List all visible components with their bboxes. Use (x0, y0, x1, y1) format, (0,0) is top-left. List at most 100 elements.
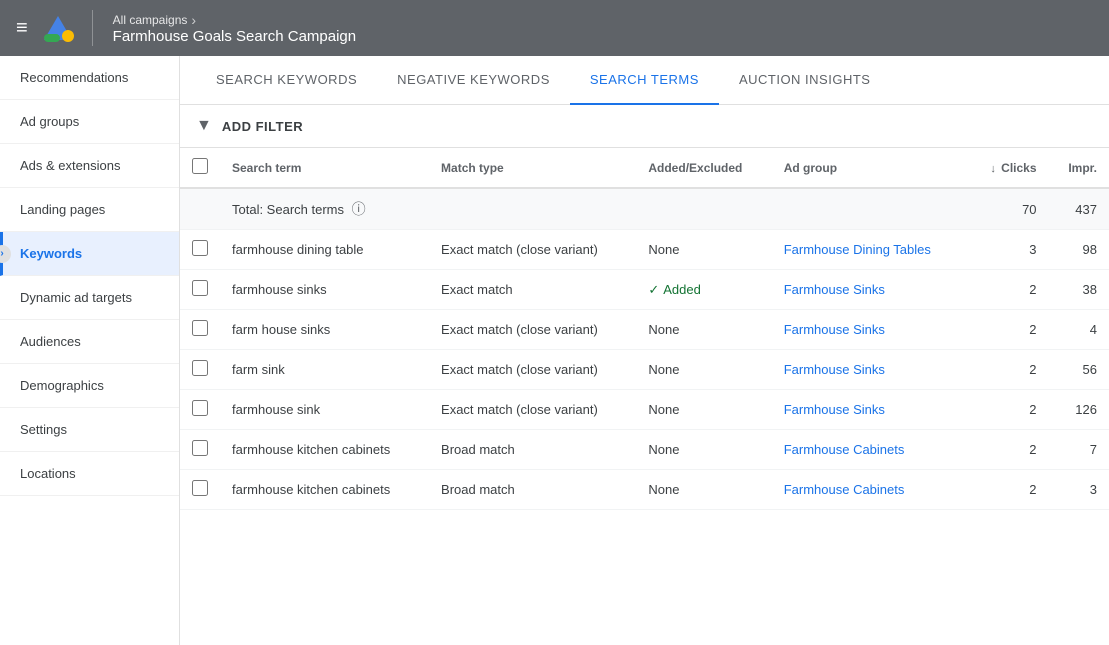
row-search-term: farmhouse sink (220, 390, 429, 430)
th-added-excluded: Added/Excluded (636, 148, 771, 188)
clicks-sort-icon: ↓ (990, 163, 996, 175)
ad-group-link[interactable]: Farmhouse Sinks (784, 402, 885, 417)
row-checkbox-cell (180, 430, 220, 470)
row-checkbox-2[interactable] (192, 320, 208, 336)
row-impr: 38 (1049, 270, 1109, 310)
th-impr: Impr. (1049, 148, 1109, 188)
th-clicks[interactable]: ↓ Clicks (968, 148, 1049, 188)
none-label: None (648, 442, 679, 457)
none-label: None (648, 402, 679, 417)
total-checkbox-cell (180, 188, 220, 230)
sidebar-item-locations[interactable]: Locations (0, 452, 179, 496)
row-checkbox-4[interactable] (192, 400, 208, 416)
tab-search-keywords[interactable]: Search Keywords (196, 56, 377, 105)
table-body: Total: Search terms ⓘ 70 437 farmhouse d… (180, 188, 1109, 510)
tab-auction-insights[interactable]: Auction Insights (719, 56, 891, 105)
ad-group-link[interactable]: Farmhouse Dining Tables (784, 242, 931, 257)
row-checkbox-cell (180, 310, 220, 350)
row-checkbox-0[interactable] (192, 240, 208, 256)
row-match-type: Exact match (429, 270, 636, 310)
sidebar: Recommendations Ad groups Ads & extensio… (0, 56, 180, 645)
table-row: farm house sinks Exact match (close vari… (180, 310, 1109, 350)
sidebar-expand-arrow[interactable]: › (0, 245, 11, 263)
campaign-name: Farmhouse Goals Search Campaign (113, 28, 356, 45)
row-clicks: 2 (968, 390, 1049, 430)
row-checkbox-cell (180, 350, 220, 390)
sidebar-label-ad-groups: Ad groups (20, 114, 79, 129)
sidebar-item-settings[interactable]: Settings (0, 408, 179, 452)
sidebar-item-demographics[interactable]: Demographics (0, 364, 179, 408)
add-filter-button[interactable]: ADD FILTER (222, 119, 303, 134)
total-added-cell (636, 188, 771, 230)
select-all-checkbox[interactable] (192, 158, 208, 174)
th-clicks-label: Clicks (1001, 161, 1036, 175)
ad-group-link[interactable]: Farmhouse Sinks (784, 362, 885, 377)
row-match-type: Exact match (close variant) (429, 390, 636, 430)
row-added-excluded: None (636, 390, 771, 430)
row-added-excluded: None (636, 350, 771, 390)
sidebar-item-ad-groups[interactable]: Ad groups (0, 100, 179, 144)
row-search-term: farmhouse sinks (220, 270, 429, 310)
tab-bar: Search Keywords Negative Keywords Search… (180, 56, 1109, 105)
row-impr: 3 (1049, 470, 1109, 510)
th-match-type: Match type (429, 148, 636, 188)
all-campaigns-link[interactable]: All campaigns (113, 13, 188, 27)
topbar-title: All campaigns › Farmhouse Goals Search C… (113, 12, 356, 45)
table-row: farm sink Exact match (close variant) No… (180, 350, 1109, 390)
sidebar-item-audiences[interactable]: Audiences (0, 320, 179, 364)
sidebar-item-recommendations[interactable]: Recommendations (0, 56, 179, 100)
table-row: farmhouse dining table Exact match (clos… (180, 230, 1109, 270)
row-added-excluded: None (636, 310, 771, 350)
added-badge: ✓ Added (648, 282, 759, 298)
table-row: farmhouse sinks Exact match ✓ Added Farm… (180, 270, 1109, 310)
main-layout: Recommendations Ad groups Ads & extensio… (0, 56, 1109, 645)
table-row: farmhouse kitchen cabinets Broad match N… (180, 430, 1109, 470)
th-search-term: Search term (220, 148, 429, 188)
row-checkbox-cell (180, 390, 220, 430)
row-impr: 56 (1049, 350, 1109, 390)
row-checkbox-5[interactable] (192, 440, 208, 456)
menu-icon[interactable]: ≡ (16, 17, 28, 40)
sidebar-item-keywords[interactable]: › Keywords (0, 232, 179, 276)
ad-group-link[interactable]: Farmhouse Sinks (784, 322, 885, 337)
none-label: None (648, 242, 679, 257)
row-match-type: Exact match (close variant) (429, 230, 636, 270)
row-ad-group: Farmhouse Sinks (772, 350, 968, 390)
content-area: Search Keywords Negative Keywords Search… (180, 56, 1109, 645)
total-impr-cell: 437 (1049, 188, 1109, 230)
row-checkbox-cell (180, 270, 220, 310)
none-label: None (648, 362, 679, 377)
ad-group-link[interactable]: Farmhouse Cabinets (784, 442, 905, 457)
google-ads-logo (40, 10, 76, 46)
sidebar-label-ads-extensions: Ads & extensions (20, 158, 120, 173)
row-search-term: farm house sinks (220, 310, 429, 350)
tab-negative-keywords[interactable]: Negative Keywords (377, 56, 570, 105)
row-checkbox-3[interactable] (192, 360, 208, 376)
row-search-term: farm sink (220, 350, 429, 390)
sidebar-label-recommendations: Recommendations (20, 70, 128, 85)
th-ad-group: Ad group (772, 148, 968, 188)
tab-search-terms[interactable]: Search Terms (570, 56, 719, 105)
table-container: Search term Match type Added/Excluded Ad… (180, 148, 1109, 645)
row-added-excluded: None (636, 230, 771, 270)
sidebar-item-dynamic-ad-targets[interactable]: Dynamic ad targets (0, 276, 179, 320)
sidebar-item-landing-pages[interactable]: Landing pages (0, 188, 179, 232)
row-search-term: farmhouse kitchen cabinets (220, 470, 429, 510)
row-ad-group: Farmhouse Cabinets (772, 470, 968, 510)
table-row: farmhouse sink Exact match (close varian… (180, 390, 1109, 430)
row-checkbox-1[interactable] (192, 280, 208, 296)
row-checkbox-6[interactable] (192, 480, 208, 496)
row-checkbox-cell (180, 470, 220, 510)
topbar-divider (92, 10, 93, 46)
ad-group-link[interactable]: Farmhouse Cabinets (784, 482, 905, 497)
total-info-icon[interactable]: ⓘ (352, 201, 366, 217)
row-clicks: 2 (968, 430, 1049, 470)
row-clicks: 2 (968, 470, 1049, 510)
th-checkbox (180, 148, 220, 188)
ad-group-link[interactable]: Farmhouse Sinks (784, 282, 885, 297)
sidebar-item-ads-extensions[interactable]: Ads & extensions (0, 144, 179, 188)
row-match-type: Broad match (429, 430, 636, 470)
sidebar-label-dynamic-ad-targets: Dynamic ad targets (20, 290, 132, 305)
table-row: farmhouse kitchen cabinets Broad match N… (180, 470, 1109, 510)
topbar: ≡ All campaigns › Farmhouse Goals Search… (0, 0, 1109, 56)
